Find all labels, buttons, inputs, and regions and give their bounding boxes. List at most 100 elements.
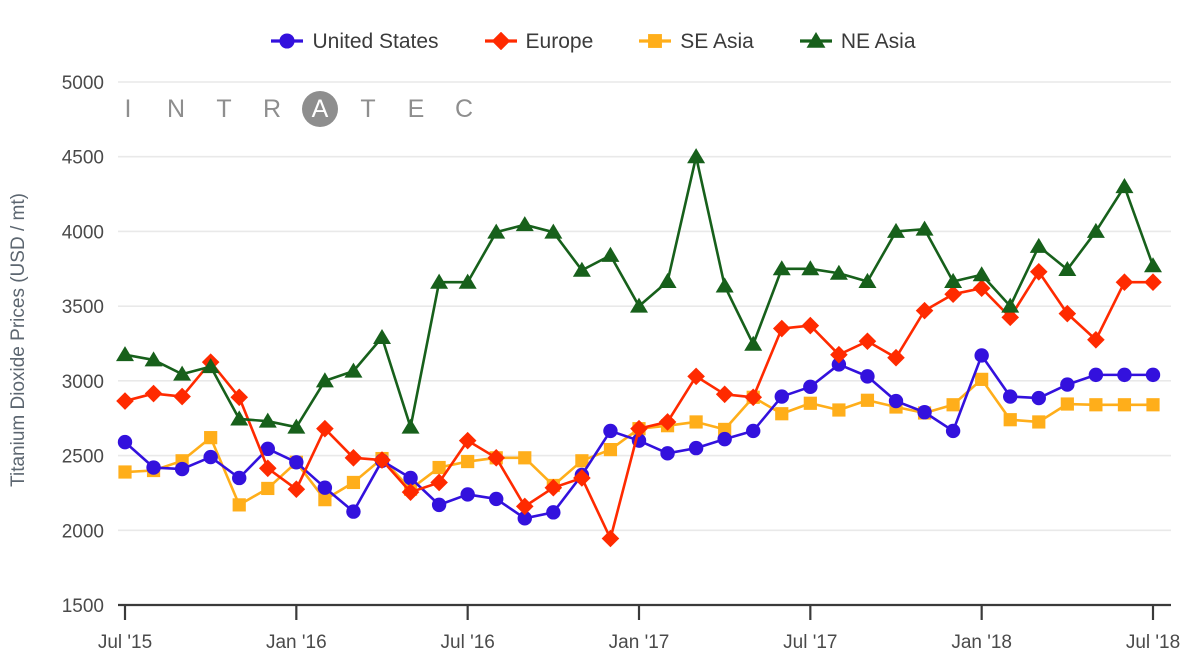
triangle-marker <box>1029 237 1048 253</box>
diamond-marker <box>258 459 277 478</box>
square-marker <box>204 431 218 445</box>
triangle-marker <box>1144 257 1162 273</box>
square-marker <box>461 454 475 469</box>
circle-marker <box>403 470 418 486</box>
triangle-marker <box>601 246 620 262</box>
triangle-marker <box>116 346 134 362</box>
square-marker <box>775 407 789 421</box>
circle-marker <box>660 446 675 461</box>
y-tick-label: 2000 <box>62 521 104 542</box>
square-marker <box>689 415 703 429</box>
circle-marker <box>174 461 190 477</box>
x-tick-label: Jan '18 <box>951 632 1012 653</box>
y-tick-label: 1500 <box>62 596 104 617</box>
diamond-marker <box>944 285 962 303</box>
diamond-marker <box>887 348 905 367</box>
square-marker <box>1032 415 1046 429</box>
triangle-marker <box>1086 222 1105 238</box>
square-marker <box>1117 398 1132 412</box>
square-marker <box>1146 398 1160 412</box>
square-marker <box>1089 398 1103 412</box>
triangle-marker <box>658 272 677 288</box>
circle-marker <box>317 480 333 495</box>
y-tick-label: 2500 <box>62 447 104 468</box>
diamond-marker <box>287 480 306 498</box>
circle-marker <box>803 379 818 395</box>
circle-marker <box>1031 390 1046 406</box>
triangle-marker <box>401 418 420 434</box>
circle-marker <box>232 470 247 486</box>
series-line <box>124 155 1155 429</box>
square-marker <box>1003 413 1017 427</box>
circle-marker <box>489 491 504 507</box>
square-marker <box>1060 397 1074 411</box>
circle-marker <box>431 497 447 513</box>
diamond-marker <box>1144 273 1162 292</box>
circle-marker <box>717 431 732 447</box>
x-tick-label: Jul '17 <box>783 632 837 653</box>
triangle-marker <box>972 266 991 282</box>
y-tick-label: 4500 <box>62 148 104 169</box>
circle-marker <box>146 460 161 475</box>
x-tick-label: Jul '16 <box>441 632 495 653</box>
square-marker <box>232 498 246 512</box>
circle-marker <box>346 504 361 519</box>
x-tick-label: Jul '15 <box>98 632 152 653</box>
triangle-marker <box>515 216 534 232</box>
circle-marker <box>860 369 875 384</box>
y-tick-label: 4000 <box>62 222 104 243</box>
circle-marker <box>117 434 133 450</box>
circle-marker <box>974 348 989 363</box>
triangle-marker <box>373 328 391 345</box>
square-marker <box>318 493 332 507</box>
triangle-marker <box>687 148 706 164</box>
diamond-marker <box>458 431 477 450</box>
circle-marker <box>888 393 904 409</box>
circle-marker <box>289 455 304 470</box>
circle-marker <box>1088 367 1104 383</box>
square-marker <box>803 396 817 410</box>
square-marker <box>832 403 846 417</box>
y-tick-label: 3500 <box>62 297 104 318</box>
circle-marker <box>746 423 761 439</box>
axis-lines <box>118 603 1171 620</box>
circle-marker <box>603 423 618 439</box>
diamond-marker <box>687 367 705 386</box>
triangle-marker <box>715 277 734 293</box>
y-axis-title: Titanium Dioxide Prices (USD / mt) <box>8 193 29 487</box>
y-axis-tick-labels: 5000 4500 4000 3500 3000 2500 2000 1500 <box>62 73 104 617</box>
circle-marker <box>917 405 932 420</box>
square-marker <box>603 442 618 457</box>
y-tick-label: 3000 <box>62 372 104 393</box>
triangle-marker <box>1115 178 1134 194</box>
circle-marker <box>1060 377 1075 392</box>
circle-marker <box>546 505 561 520</box>
circle-marker <box>945 423 961 439</box>
x-tick-label: Jan '17 <box>609 632 670 653</box>
chart-container: United States Europe SE Asia NE Asia INTRAT… <box>0 0 1185 671</box>
diamond-marker <box>858 332 877 351</box>
circle-marker <box>203 449 218 465</box>
x-tick-label: Jan '16 <box>266 632 327 653</box>
square-marker <box>518 451 532 465</box>
diamond-marker <box>116 392 134 410</box>
x-tick-label: Jul '18 <box>1126 632 1180 653</box>
diamond-marker <box>715 385 734 404</box>
y-tick-label: 5000 <box>62 73 104 94</box>
circle-marker <box>1145 367 1161 383</box>
circle-marker <box>688 440 704 456</box>
diamond-marker <box>144 384 163 403</box>
circle-marker <box>774 389 789 404</box>
x-axis-tick-labels: Jul '15 Jan '16 Jul '16 Jan '17 Jul '17 Jan '… <box>98 632 1180 653</box>
diamond-marker <box>515 497 534 516</box>
square-marker <box>860 393 875 407</box>
circle-marker <box>460 487 475 502</box>
square-marker <box>946 398 960 412</box>
diamond-marker <box>1115 273 1134 292</box>
diamond-marker <box>601 529 620 548</box>
diamond-marker <box>772 319 791 338</box>
square-marker <box>432 460 446 475</box>
square-marker <box>975 372 989 386</box>
circle-marker <box>1003 389 1018 404</box>
square-marker <box>346 475 361 490</box>
